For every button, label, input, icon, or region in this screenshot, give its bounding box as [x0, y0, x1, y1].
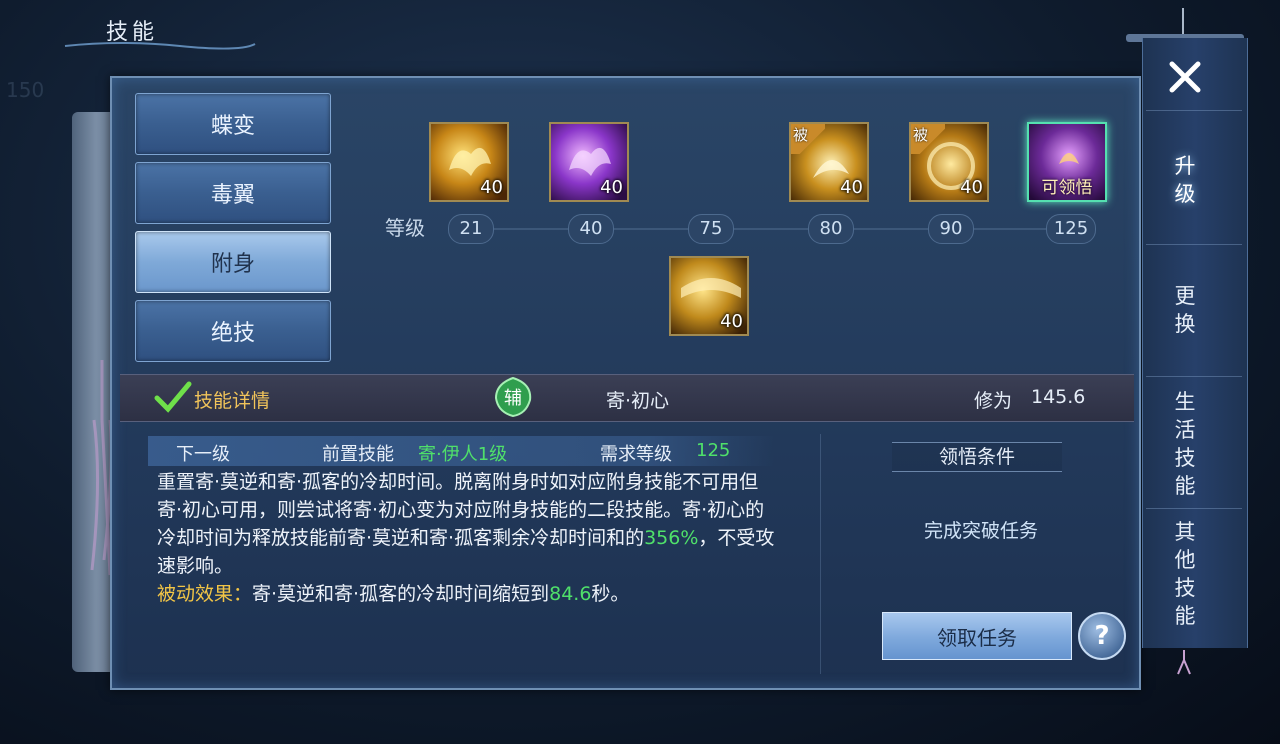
skill-description: 重置寄·莫逆和寄·孤客的冷却时间。脱离附身时如对应附身技能不可用但寄·初心可用，… [157, 468, 777, 608]
skill-icon-125[interactable]: 可领悟 [1027, 122, 1107, 202]
category-button-3[interactable]: 绝技 [135, 300, 331, 362]
next-level-label: 下一级 [176, 444, 230, 465]
skill-icon-40[interactable]: 40 [549, 122, 629, 202]
nav-item-life-skills[interactable]: 生活技能 [1172, 388, 1198, 500]
skill-icon-80[interactable]: 被 40 [789, 122, 869, 202]
passive-effect-value: 84.6 [549, 583, 592, 605]
nav-separator [1146, 508, 1242, 509]
passive-badge: 被 [911, 124, 945, 154]
condition-title: 领悟条件 [892, 442, 1062, 472]
level-pill: 21 [448, 214, 494, 244]
skill-level-badge: 40 [960, 177, 983, 198]
level-pill: 90 [928, 214, 974, 244]
level-pill: 75 [688, 214, 734, 244]
svg-text:辅: 辅 [504, 388, 522, 409]
skill-icon-90[interactable]: 被 40 [909, 122, 989, 202]
close-icon[interactable] [1166, 58, 1204, 96]
level-pill: 40 [568, 214, 614, 244]
nav-item-replace[interactable]: 更换 [1172, 282, 1198, 338]
nav-separator [1146, 244, 1242, 245]
req-level-value: 125 [696, 440, 731, 461]
category-button-0[interactable]: 蝶变 [135, 93, 331, 155]
desc-percent: 356% [644, 527, 699, 549]
skill-level-badge: 40 [600, 177, 623, 198]
passive-effect-text: 寄·莫逆和寄·孤客的冷却时间缩短到 [252, 583, 550, 605]
skill-icon-21[interactable]: 40 [429, 122, 509, 202]
prereq-label: 前置技能 [322, 444, 394, 465]
skill-level-badge: 40 [720, 311, 743, 332]
obtainable-label: 可领悟 [1041, 178, 1093, 198]
skill-level-badge: 40 [840, 177, 863, 198]
passive-effect-label: 被动效果： [157, 583, 253, 605]
background-number: 150 [6, 78, 45, 102]
scroll-knot-icon [1177, 650, 1191, 675]
vertical-divider [820, 434, 821, 674]
nav-separator [1146, 376, 1242, 377]
condition-text: 完成突破任务 [924, 520, 1039, 542]
nav-item-upgrade[interactable]: 升级 [1172, 152, 1198, 208]
checkmark-icon[interactable] [154, 380, 192, 414]
cultivation-value: 145.6 [1031, 386, 1086, 408]
level-pill: 125 [1046, 214, 1096, 244]
support-type-badge: 辅 [494, 376, 532, 418]
category-button-1[interactable]: 毒翼 [135, 162, 331, 224]
skill-icon-75[interactable]: 40 [669, 256, 749, 336]
skill-name: 寄·初心 [606, 390, 670, 412]
skill-level-badge: 40 [480, 177, 503, 198]
passive-effect-unit: 秒。 [591, 583, 630, 605]
next-level-row: 下一级 前置技能 寄·伊人1级 需求等级 125 [148, 436, 774, 466]
level-track [450, 228, 1090, 230]
category-button-2[interactable]: 附身 [135, 231, 331, 293]
nav-separator [1146, 110, 1242, 111]
cultivation-label: 修为 [974, 390, 1013, 412]
help-button[interactable]: ? [1078, 612, 1126, 660]
level-label: 等级 [385, 216, 425, 240]
level-pill: 80 [808, 214, 854, 244]
passive-badge: 被 [791, 124, 825, 154]
req-level-label: 需求等级 [600, 444, 672, 465]
nav-item-other-skills[interactable]: 其他技能 [1172, 518, 1198, 630]
prereq-value: 寄·伊人1级 [418, 444, 508, 465]
title-swirl-icon [64, 42, 256, 50]
header: 技能 [60, 8, 260, 52]
skill-details-toggle[interactable]: 技能详情 [194, 386, 270, 413]
accept-quest-button[interactable]: 领取任务 [882, 612, 1072, 660]
